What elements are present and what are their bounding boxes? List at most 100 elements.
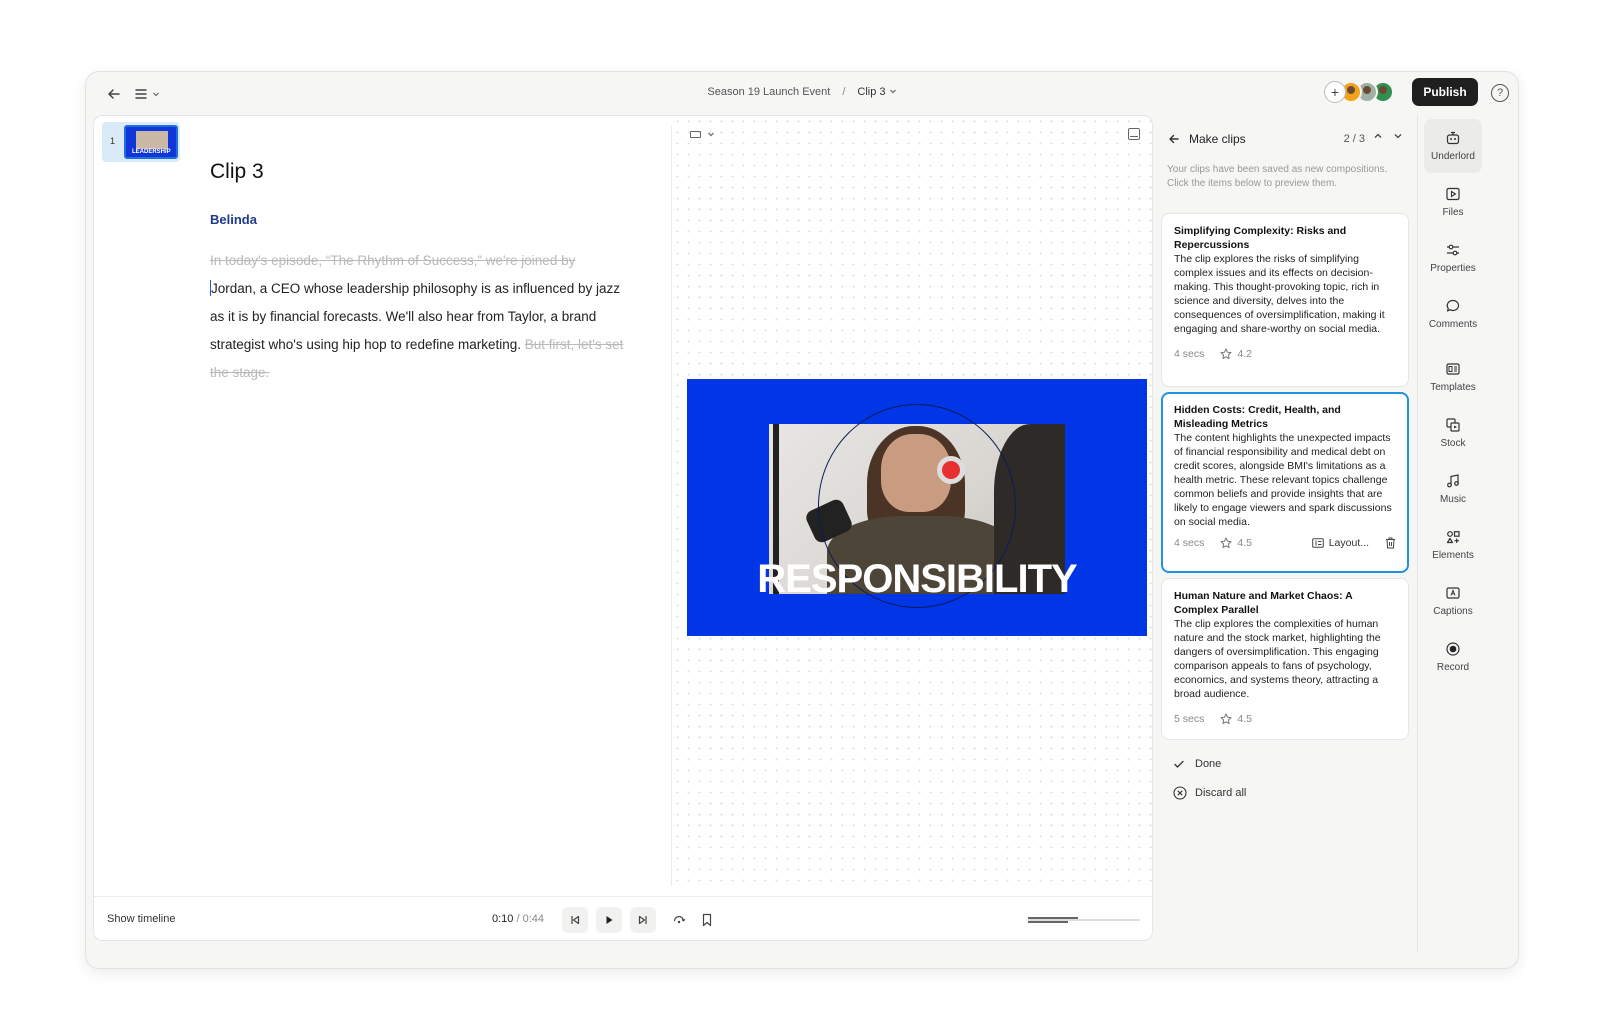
chevron-up-icon[interactable] bbox=[1373, 131, 1383, 141]
rail-item-stock[interactable]: Stock bbox=[1424, 406, 1482, 460]
struck-text: In today's episode, “The Rhythm of Succe… bbox=[210, 253, 576, 268]
help-icon[interactable]: ? bbox=[1491, 84, 1509, 102]
breadcrumb-project[interactable]: Season 19 Launch Event bbox=[707, 86, 830, 98]
sliders-icon bbox=[1447, 244, 1459, 256]
scene-number: 1 bbox=[110, 136, 116, 146]
discard-all-button[interactable]: Discard all bbox=[1173, 786, 1246, 800]
trash-icon[interactable] bbox=[1385, 537, 1396, 549]
rail-item-music[interactable]: Music bbox=[1424, 462, 1482, 516]
scene-thumb-word: LEADERSHIP bbox=[132, 149, 171, 155]
overlay-title[interactable]: RESPONSIBILITY bbox=[687, 557, 1147, 602]
document-title[interactable]: Clip 3 bbox=[210, 160, 264, 184]
rail-item-files[interactable]: Files bbox=[1424, 175, 1482, 229]
robot-icon bbox=[1446, 131, 1460, 145]
current-time: 0:10 bbox=[492, 913, 514, 925]
loop-button[interactable] bbox=[666, 907, 692, 933]
clip-rating: 4.5 bbox=[1237, 537, 1252, 549]
layout-toggle-icon[interactable] bbox=[1128, 128, 1140, 140]
check-icon bbox=[1174, 760, 1184, 768]
speaker-label[interactable]: Belinda bbox=[210, 212, 257, 227]
rail-label: Templates bbox=[1430, 382, 1476, 393]
add-collaborator-button[interactable]: + bbox=[1324, 81, 1346, 103]
rail-item-properties[interactable]: Properties bbox=[1424, 231, 1482, 285]
rail-item-record[interactable]: Record bbox=[1424, 630, 1482, 684]
clip-duration: 4 secs bbox=[1174, 537, 1205, 549]
layout-button[interactable]: Layout... bbox=[1311, 537, 1369, 549]
top-bar: Season 19 Launch Event / Clip 3 + Publish … bbox=[86, 72, 1518, 114]
rail-label: Properties bbox=[1430, 263, 1476, 274]
back-arrow-icon[interactable] bbox=[1167, 132, 1181, 146]
comment-icon bbox=[1446, 299, 1460, 312]
total-time: 0:44 bbox=[522, 913, 545, 925]
skip-back-button[interactable] bbox=[562, 907, 588, 933]
template-icon bbox=[1446, 363, 1460, 375]
clip-description: The clip explores the risks of simplifyi… bbox=[1174, 253, 1385, 335]
clip-title: Simplifying Complexity: Risks and Reperc… bbox=[1174, 225, 1347, 251]
stock-icon bbox=[1446, 418, 1460, 432]
rail-label: Music bbox=[1439, 494, 1467, 505]
play-folder-icon bbox=[1446, 187, 1460, 201]
layout-label: Layout... bbox=[1328, 537, 1369, 549]
breadcrumb-clip-label: Clip 3 bbox=[857, 86, 886, 98]
rail-item-elements[interactable]: Elements bbox=[1424, 518, 1482, 572]
skip-forward-button[interactable] bbox=[630, 907, 656, 933]
clip-rating: 4.2 bbox=[1237, 348, 1252, 360]
transcript-text[interactable]: In today's episode, “The Rhythm of Succe… bbox=[210, 247, 630, 387]
rail-label: Record bbox=[1436, 662, 1470, 673]
rail-label: Files bbox=[1442, 207, 1464, 218]
discard-label: Discard all bbox=[1195, 787, 1247, 799]
zoom-slider[interactable] bbox=[1028, 917, 1140, 923]
collaborators: + bbox=[1324, 81, 1394, 103]
star-icon bbox=[1220, 348, 1232, 360]
video-preview[interactable]: RESPONSIBILITY bbox=[687, 379, 1147, 636]
done-label: Done bbox=[1195, 758, 1222, 770]
done-button[interactable]: Done bbox=[1173, 758, 1221, 770]
close-circle-icon bbox=[1173, 786, 1187, 800]
clip-title: Hidden Costs: Credit, Health, and Mislea… bbox=[1174, 404, 1341, 430]
breadcrumb-separator: / bbox=[842, 86, 846, 98]
clip-duration: 4 secs bbox=[1174, 348, 1205, 360]
editor-panel: 1 LEADERSHIP Clip 3 Belinda In today's e… bbox=[93, 115, 1153, 941]
clip-card[interactable]: Human Nature and Market Chaos: A Complex… bbox=[1161, 578, 1409, 740]
rail-label: Underlord bbox=[1431, 151, 1475, 162]
clip-meta: 4 secs 4.5 Layout... bbox=[1174, 536, 1396, 550]
bookmark-button[interactable] bbox=[694, 907, 720, 933]
timecode: 0:10 / 0:44 bbox=[492, 913, 544, 925]
rail-item-templates[interactable]: Templates bbox=[1424, 350, 1482, 404]
show-timeline-button[interactable]: Show timeline bbox=[107, 913, 175, 925]
app-window: Season 19 Launch Event / Clip 3 + Publish … bbox=[85, 71, 1519, 969]
rail-label: Elements bbox=[1432, 550, 1474, 561]
music-icon bbox=[1447, 474, 1459, 488]
bookmark-icon bbox=[702, 913, 712, 927]
publish-button[interactable]: Publish bbox=[1412, 78, 1478, 106]
clips-title: Make clips bbox=[1189, 132, 1246, 146]
clip-card[interactable]: Simplifying Complexity: Risks and Reperc… bbox=[1161, 213, 1409, 387]
skip-back-icon bbox=[571, 915, 580, 925]
rail-label: Stock bbox=[1440, 438, 1466, 449]
chevron-down-icon bbox=[708, 132, 714, 137]
clip-description: The content highlights the unexpected im… bbox=[1174, 432, 1392, 528]
rail-item-comments[interactable]: Comments bbox=[1424, 287, 1482, 341]
preview-canvas: RESPONSIBILITY bbox=[672, 116, 1152, 891]
play-button[interactable] bbox=[596, 907, 622, 933]
chevron-down-icon bbox=[889, 89, 896, 94]
playback-bar: Show timeline 0:10 / 0:44 bbox=[94, 896, 1152, 940]
time-separator: / bbox=[513, 913, 523, 925]
rail-item-captions[interactable]: Captions bbox=[1424, 574, 1482, 628]
rail-item-underlord[interactable]: Underlord bbox=[1424, 119, 1482, 173]
play-icon bbox=[606, 916, 613, 924]
scene-thumbnail[interactable]: 1 LEADERSHIP bbox=[102, 122, 180, 162]
loop-icon bbox=[673, 915, 686, 924]
clip-card-selected[interactable]: Hidden Costs: Credit, Health, and Mislea… bbox=[1161, 392, 1409, 573]
rail-label: Captions bbox=[1433, 606, 1473, 617]
skip-forward-icon bbox=[638, 915, 647, 925]
clips-info-text: Your clips have been saved as new compos… bbox=[1167, 164, 1388, 189]
chevron-down-icon[interactable] bbox=[1393, 131, 1403, 141]
clip-meta: 5 secs 4.5 bbox=[1174, 712, 1396, 726]
breadcrumb-clip[interactable]: Clip 3 bbox=[857, 86, 896, 98]
aspect-ratio-button[interactable] bbox=[690, 130, 715, 138]
breadcrumb: Season 19 Launch Event / Clip 3 bbox=[86, 86, 1518, 98]
rail-label: Comments bbox=[1428, 319, 1478, 330]
star-icon bbox=[1220, 713, 1232, 725]
clip-meta: 4 secs 4.2 bbox=[1174, 347, 1396, 361]
